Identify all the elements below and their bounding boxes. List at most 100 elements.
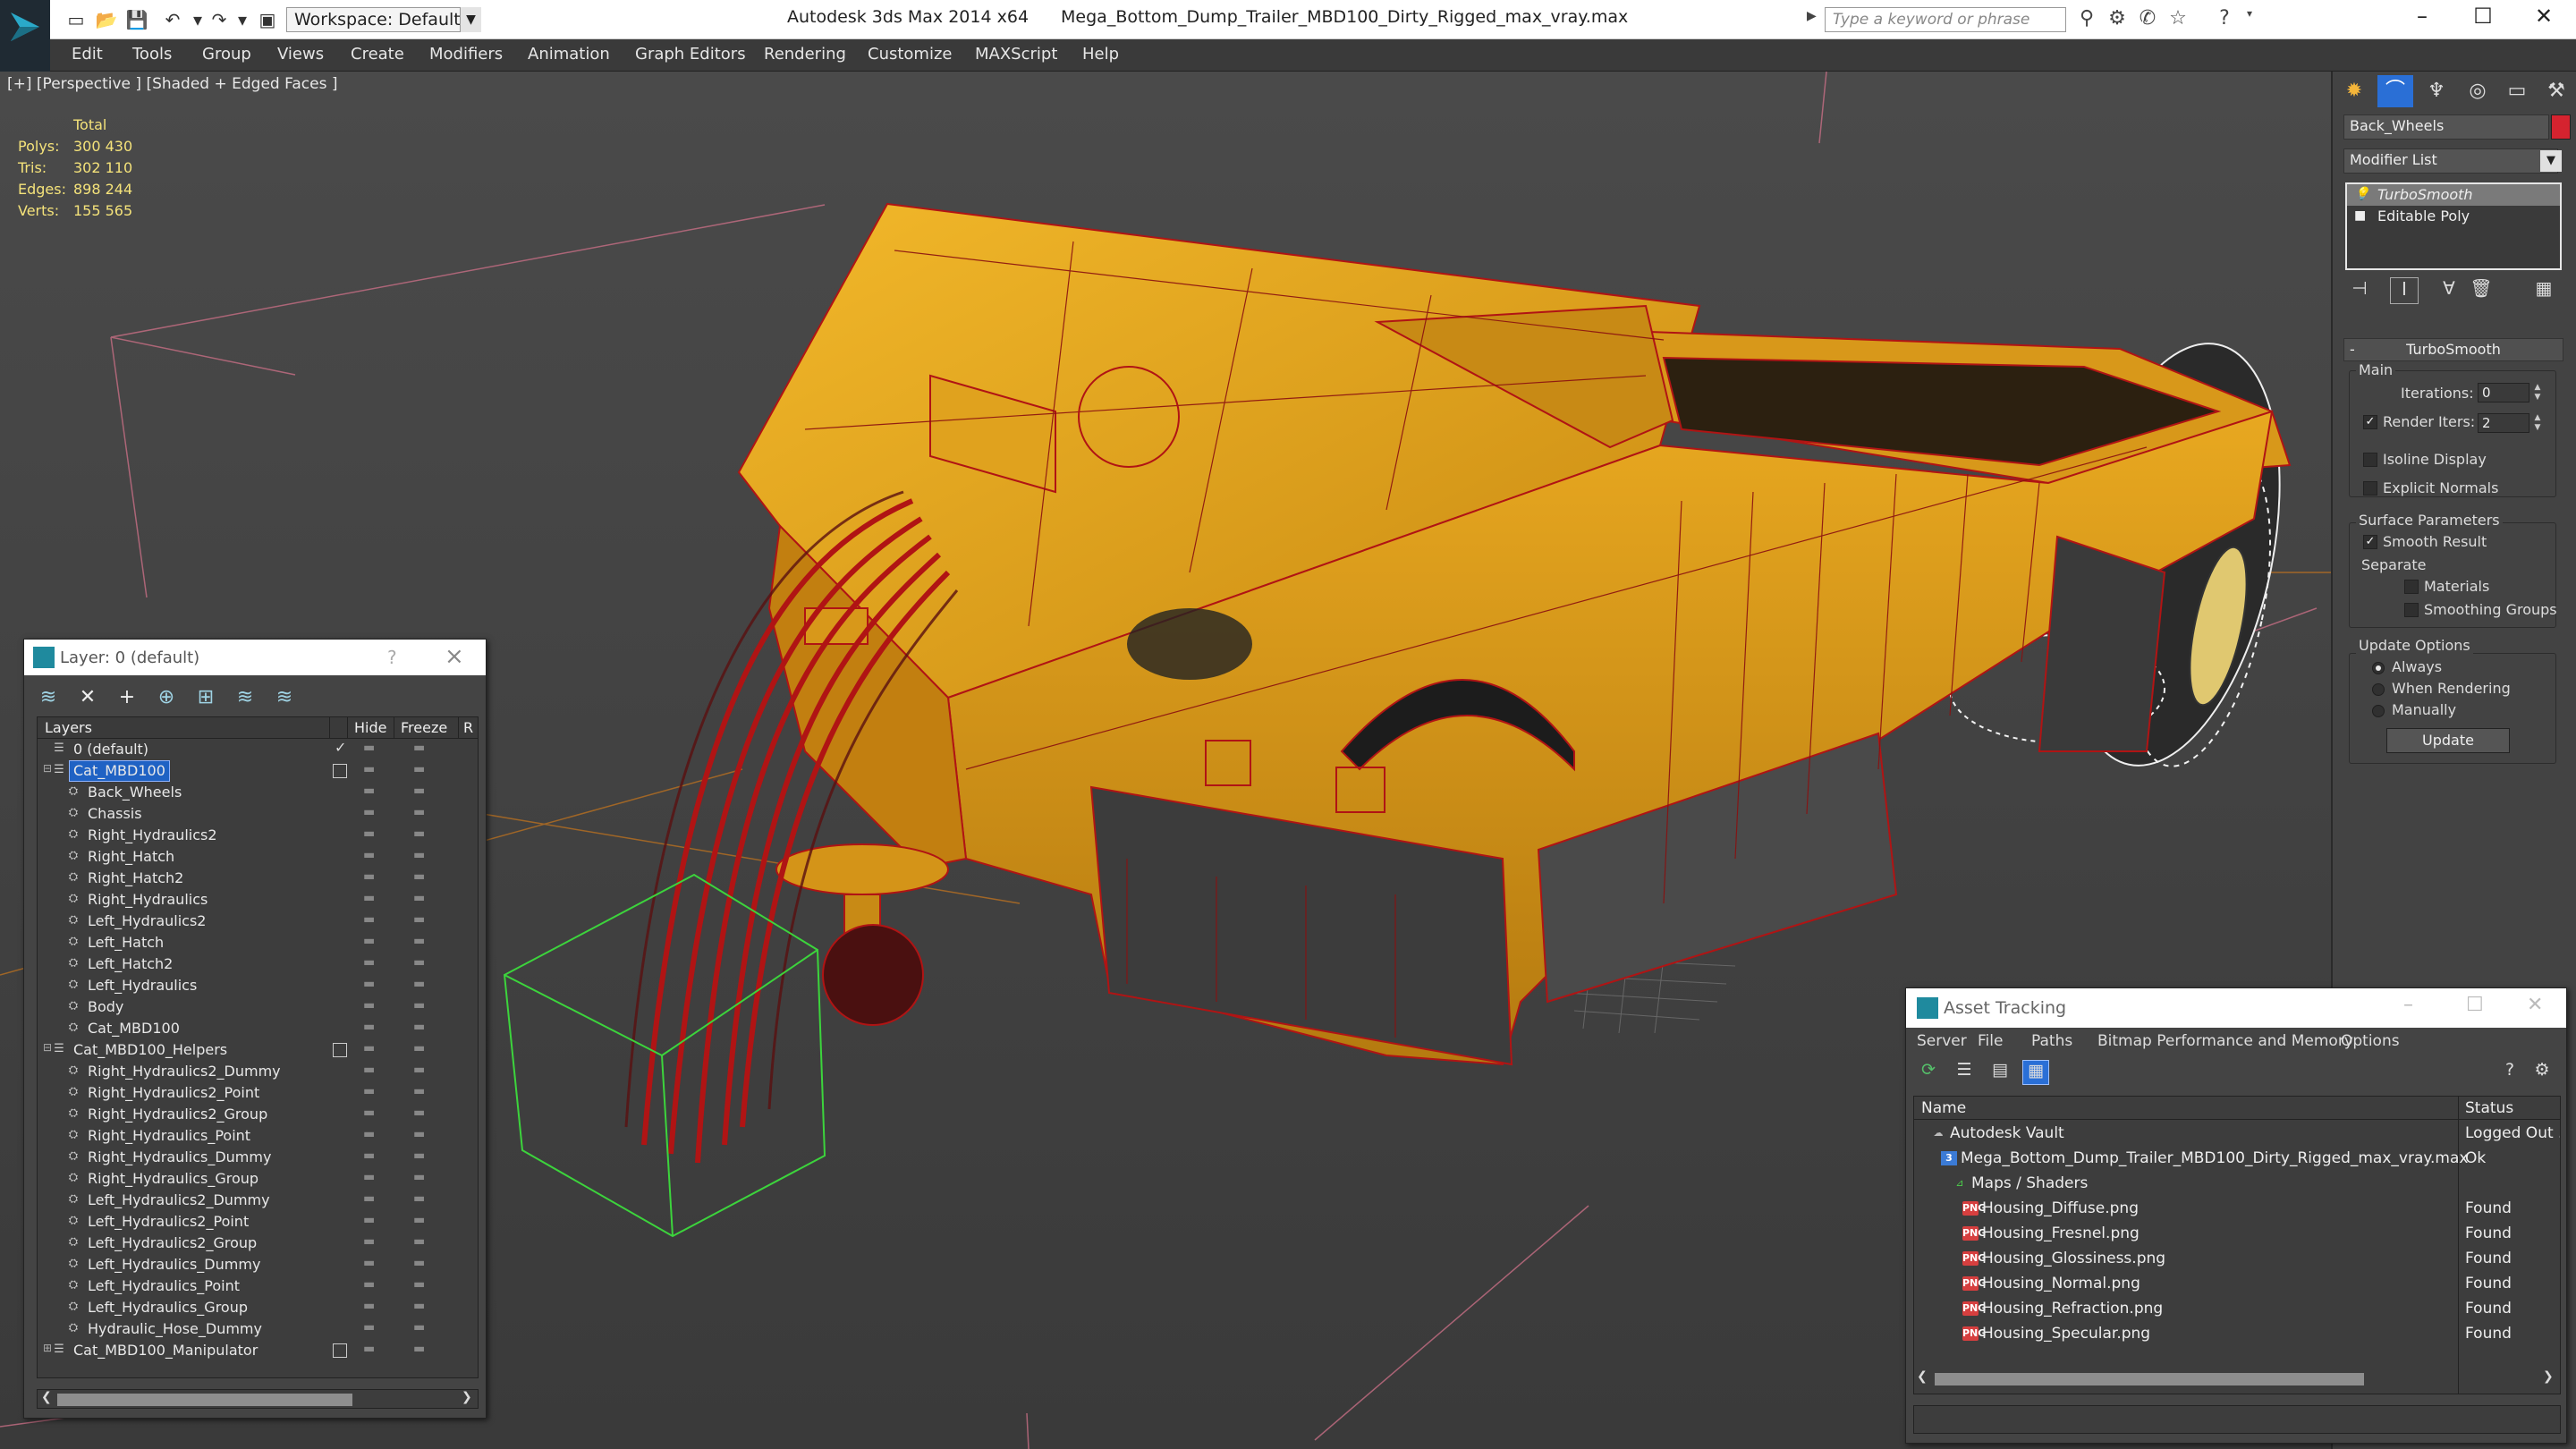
layer-row[interactable]: ⊟ ☰ Cat_MBD100_Helpers ▬ ▬ xyxy=(38,1039,478,1061)
hide-toggle[interactable]: ▬ xyxy=(363,805,375,819)
create-tab-icon[interactable]: ✹ xyxy=(2336,75,2372,107)
freeze-toggle[interactable]: ▬ xyxy=(413,955,425,970)
always-radio[interactable] xyxy=(2372,662,2385,674)
freeze-toggle[interactable]: ▬ xyxy=(413,998,425,1013)
close-button[interactable]: ✕ xyxy=(2527,994,2543,1016)
object-row[interactable]: ⛭ Right_Hydraulics2 ▬ ▬ xyxy=(38,825,478,846)
new-layer-icon[interactable]: ≋ xyxy=(33,686,64,715)
lightbulb-icon[interactable]: 💡 xyxy=(2354,187,2369,201)
add-to-layer-icon[interactable]: + xyxy=(112,686,142,715)
search-expand-icon[interactable]: ▶ xyxy=(1807,9,1817,23)
workspace-dropdown[interactable]: Workspace: Default xyxy=(286,7,481,32)
hide-toggle[interactable]: ▬ xyxy=(363,977,375,991)
menu-modifiers[interactable]: Modifiers xyxy=(429,45,503,64)
menu-group[interactable]: Group xyxy=(202,45,251,64)
object-row[interactable]: ⛭ Left_Hydraulics_Dummy ▬ ▬ xyxy=(38,1254,478,1275)
column-layers[interactable]: Layers xyxy=(45,719,92,736)
freeze-toggle[interactable]: ▬ xyxy=(413,1256,425,1270)
object-row[interactable]: ⛭ Back_Wheels ▬ ▬ xyxy=(38,782,478,803)
freeze-toggle[interactable]: ▬ xyxy=(413,1234,425,1249)
subscription-icon[interactable]: ⚙ xyxy=(2104,7,2131,32)
freeze-toggle[interactable]: ▬ xyxy=(413,891,425,905)
hide-toggle[interactable]: ▬ xyxy=(363,1148,375,1163)
freeze-toggle[interactable]: ▬ xyxy=(413,1020,425,1034)
spinner-arrows-icon[interactable]: ▲ ▼ xyxy=(2531,383,2544,402)
object-row[interactable]: ⛭ Right_Hatch2 ▬ ▬ xyxy=(38,868,478,889)
object-row[interactable]: ⛭ Right_Hydraulics_Point ▬ ▬ xyxy=(38,1125,478,1147)
manually-radio[interactable] xyxy=(2372,705,2385,717)
freeze-toggle[interactable]: ▬ xyxy=(413,1041,425,1055)
scroll-right-icon[interactable]: ❯ xyxy=(462,1390,472,1404)
hide-toggle[interactable]: ▬ xyxy=(363,1106,375,1120)
object-row[interactable]: ⛭ Hydraulic_Hose_Dummy ▬ ▬ xyxy=(38,1318,478,1340)
freeze-toggle[interactable]: ▬ xyxy=(413,1191,425,1206)
object-color-swatch[interactable] xyxy=(2551,114,2571,140)
menu-create[interactable]: Create xyxy=(351,45,404,64)
layer-row[interactable]: ☰ 0 (default) ✓ ▬ ▬ xyxy=(38,739,478,760)
menu-views[interactable]: Views xyxy=(277,45,324,64)
render-iters-checkbox[interactable]: ✓ xyxy=(2363,415,2377,429)
hide-toggle[interactable]: ▬ xyxy=(363,741,375,755)
object-row[interactable]: ⛭ Left_Hydraulics2_Dummy ▬ ▬ xyxy=(38,1190,478,1211)
column-freeze[interactable]: Freeze xyxy=(401,719,447,736)
object-row[interactable]: ⛭ Right_Hydraulics ▬ ▬ xyxy=(38,889,478,911)
hide-all-layers-icon[interactable]: ≋ xyxy=(230,686,260,715)
asset-row[interactable]: PNG Housing_Diffuse.png Found xyxy=(1914,1197,2560,1220)
freeze-toggle[interactable]: ▬ xyxy=(413,1299,425,1313)
freeze-toggle[interactable]: ▬ xyxy=(413,977,425,991)
hide-toggle[interactable]: ▬ xyxy=(363,1127,375,1141)
layer-row[interactable]: ⊞ ☰ Cat_MBD100_Manipulator ▬ ▬ xyxy=(38,1340,478,1361)
asset-window-titlebar[interactable]: Asset Tracking – ☐ ✕ xyxy=(1906,988,2566,1028)
hide-toggle[interactable]: ▬ xyxy=(363,826,375,841)
maximize-button[interactable]: ☐ xyxy=(2466,994,2484,1016)
freeze-toggle[interactable]: ▬ xyxy=(413,1213,425,1227)
hide-toggle[interactable]: ▬ xyxy=(363,1063,375,1077)
asset-row[interactable]: PNG Housing_Specular.png Found xyxy=(1914,1322,2560,1345)
expander-icon[interactable]: ⊟ xyxy=(43,1041,52,1054)
menu-rendering[interactable]: Rendering xyxy=(764,45,846,64)
refresh-icon[interactable]: ⟳ xyxy=(1915,1060,1942,1085)
smoothing-groups-checkbox[interactable] xyxy=(2404,603,2419,617)
hide-toggle[interactable]: ▬ xyxy=(363,998,375,1013)
object-row[interactable]: ⛭ Right_Hydraulics_Dummy ▬ ▬ xyxy=(38,1147,478,1168)
binoculars-icon[interactable]: ⚲ xyxy=(2073,7,2100,32)
layer-horizontal-scrollbar[interactable]: ❮ ❯ xyxy=(37,1389,479,1409)
asset-row[interactable]: ⊿ Maps / Shaders xyxy=(1914,1172,2560,1195)
scrollbar-thumb[interactable] xyxy=(57,1394,352,1406)
hide-toggle[interactable]: ▬ xyxy=(363,1191,375,1206)
scroll-left-icon[interactable]: ❮ xyxy=(1917,1369,1928,1384)
menu-help[interactable]: Help xyxy=(1082,45,1119,64)
maximize-button[interactable]: ☐ xyxy=(2453,4,2513,36)
asset-menu-file[interactable]: File xyxy=(1978,1032,2003,1050)
layer-window-titlebar[interactable]: Layer: 0 (default) ? × xyxy=(24,640,486,675)
save-file-icon[interactable]: 💾 xyxy=(123,7,150,32)
column-name[interactable]: Name xyxy=(1921,1099,1966,1117)
scroll-left-icon[interactable]: ❮ xyxy=(41,1390,52,1404)
asset-horizontal-scrollbar[interactable]: ❮ ❯ xyxy=(1913,1368,2561,1389)
motion-tab-icon[interactable]: ◎ xyxy=(2460,75,2496,107)
turbosmooth-rollout-header[interactable]: - TurboSmooth xyxy=(2343,338,2563,361)
hide-toggle[interactable]: ▬ xyxy=(363,762,375,776)
hide-toggle[interactable]: ▬ xyxy=(363,912,375,927)
hide-toggle[interactable]: ▬ xyxy=(363,1041,375,1055)
list-view-icon[interactable]: ☰ xyxy=(1951,1060,1978,1085)
explicit-normals-checkbox[interactable] xyxy=(2363,481,2377,496)
object-row[interactable]: ⛭ Left_Hydraulics2 ▬ ▬ xyxy=(38,911,478,932)
hide-toggle[interactable]: ▬ xyxy=(363,1020,375,1034)
hide-toggle[interactable]: ▬ xyxy=(363,1084,375,1098)
menu-graph-editors[interactable]: Graph Editors xyxy=(635,45,746,64)
object-row[interactable]: ⛭ Left_Hydraulics2_Point ▬ ▬ xyxy=(38,1211,478,1233)
communication-icon[interactable]: ✆ xyxy=(2134,7,2161,32)
object-row[interactable]: ⛭ Left_Hydraulics_Group ▬ ▬ xyxy=(38,1297,478,1318)
new-file-icon[interactable]: ▭ xyxy=(63,7,89,32)
asset-row[interactable]: PNG Housing_Refraction.png Found xyxy=(1914,1297,2560,1320)
update-button[interactable]: Update xyxy=(2386,728,2510,753)
redo-dropdown-icon[interactable]: ▾ xyxy=(229,7,256,32)
hide-toggle[interactable]: ▬ xyxy=(363,1213,375,1227)
freeze-toggle[interactable]: ▬ xyxy=(413,784,425,798)
favorites-star-icon[interactable]: ☆ xyxy=(2165,7,2191,32)
menu-customize[interactable]: Customize xyxy=(868,45,952,64)
delete-layer-icon[interactable]: ✕ xyxy=(72,686,103,715)
display-tab-icon[interactable]: ▭ xyxy=(2499,75,2535,107)
active-layer-checkmark-icon[interactable]: ✓ xyxy=(335,739,346,756)
